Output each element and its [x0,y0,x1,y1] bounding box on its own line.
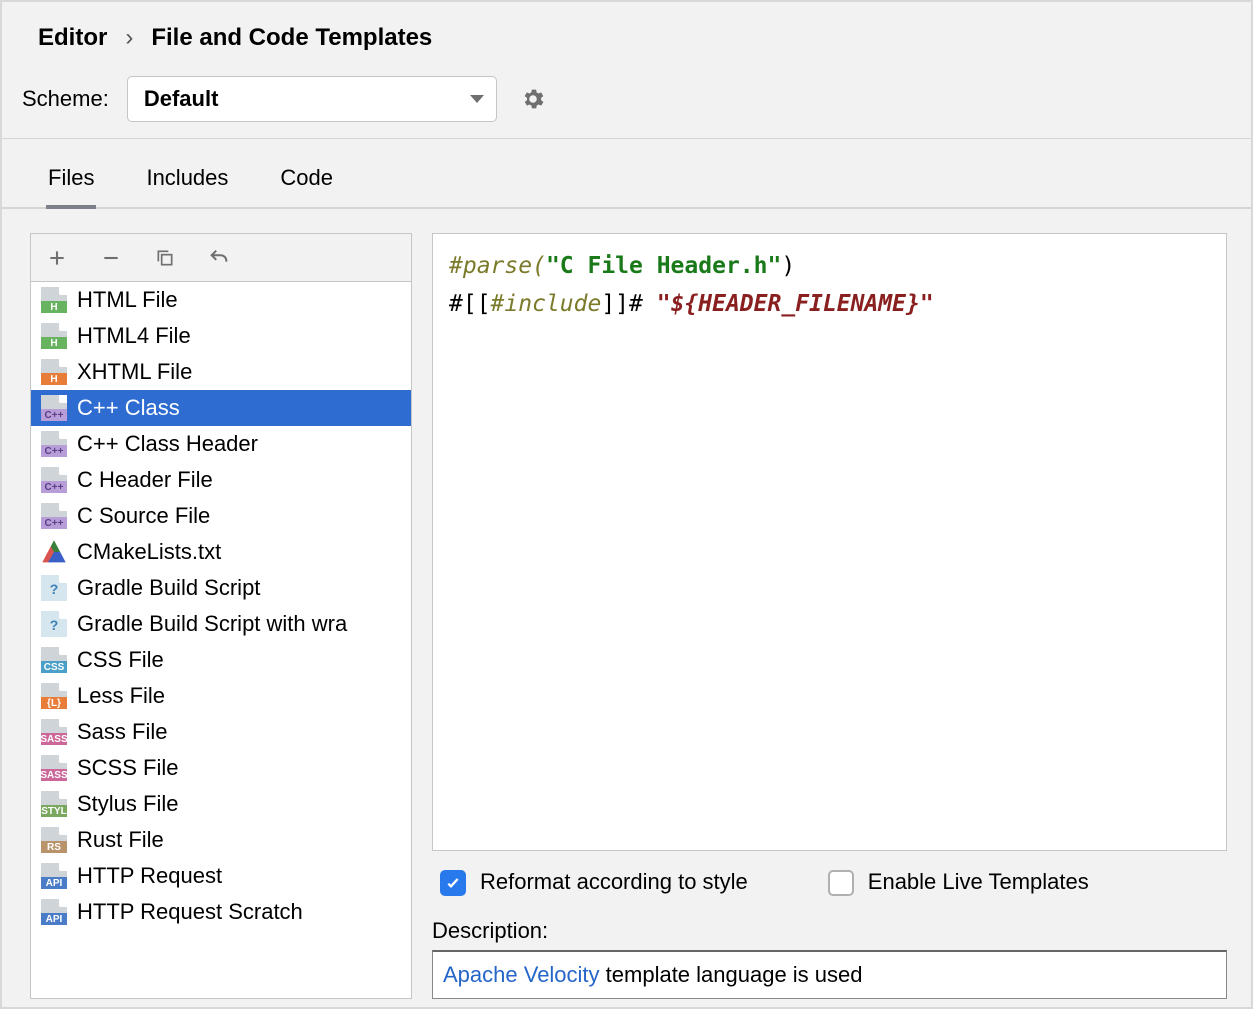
tree-item-label: Gradle Build Script [77,575,260,601]
checkbox-checked-icon [440,870,466,896]
description-label: Description: [432,904,1227,950]
tree-item-label: CMakeLists.txt [77,539,221,565]
tree-item[interactable]: H HTML4 File [31,318,411,354]
tree-item-label: Stylus File [77,791,178,817]
file-h-green-icon: H [41,323,67,349]
copy-button[interactable] [153,246,177,270]
scheme-value: Default [144,86,219,112]
scheme-select[interactable]: Default [127,76,497,122]
chevron-down-icon [470,95,484,103]
tree-item-label: C++ Class Header [77,431,258,457]
description-text: template language is used [600,962,863,987]
cmake-icon [41,539,67,565]
file-rs-icon: RS [41,827,67,853]
tree-item[interactable]: STYL Stylus File [31,786,411,822]
file-sass-icon: SASS [41,755,67,781]
tree-item[interactable]: C++ C Source File [31,498,411,534]
file-sass-icon: SASS [41,719,67,745]
file-styl-icon: STYL [41,791,67,817]
checkbox-unchecked-icon [828,870,854,896]
tree-item-label: HTTP Request Scratch [77,899,303,925]
add-button[interactable] [45,246,69,270]
file-unknown-icon: ? [41,575,67,601]
tree-item[interactable]: C++ C Header File [31,462,411,498]
tree-item-label: CSS File [77,647,164,673]
tree-item[interactable]: H HTML File [31,282,411,318]
tree-item-label: HTML4 File [77,323,191,349]
gear-icon[interactable] [515,81,551,117]
tree-item[interactable]: C++ C++ Class Header [31,426,411,462]
breadcrumb: Editor › File and Code Templates [2,2,1251,62]
template-tree[interactable]: HHTML FileHHTML4 FileHXHTML FileC++C++ C… [31,282,411,998]
tree-item-label: XHTML File [77,359,192,385]
tree-item[interactable]: API HTTP Request [31,858,411,894]
scheme-label: Scheme: [22,86,109,112]
file-cpp-icon: C++ [41,503,67,529]
template-code-editor[interactable]: #parse("C File Header.h") #[[#include]]#… [432,233,1227,851]
file-api-icon: API [41,899,67,925]
tree-item[interactable]: SASS SCSS File [31,750,411,786]
tree-item-label: HTTP Request [77,863,222,889]
tree-item[interactable]: RS Rust File [31,822,411,858]
tree-item-label: Less File [77,683,165,709]
breadcrumb-current: File and Code Templates [151,24,432,52]
tab-code[interactable]: Code [278,159,335,207]
file-less-icon: {L} [41,683,67,709]
tree-item-label: Rust File [77,827,164,853]
description-box: Apache Velocity template language is use… [432,950,1227,999]
tree-item[interactable]: API HTTP Request Scratch [31,894,411,930]
tree-item[interactable]: C++ C++ Class [31,390,411,426]
file-unknown-icon: ? [41,611,67,637]
file-cpp-icon: C++ [41,395,67,421]
breadcrumb-parent[interactable]: Editor [38,24,107,52]
file-css-icon: CSS [41,647,67,673]
tree-item-label: HTML File [77,287,178,313]
tree-item[interactable]: {L} Less File [31,678,411,714]
editor-panel: #parse("C File Header.h") #[[#include]]#… [432,233,1227,999]
tree-item[interactable]: H XHTML File [31,354,411,390]
reformat-checkbox[interactable]: Reformat according to style [440,869,748,896]
apache-velocity-link[interactable]: Apache Velocity [443,962,600,987]
scheme-row: Scheme: Default [2,62,1251,138]
tree-item[interactable]: SASS Sass File [31,714,411,750]
enable-live-templates-checkbox[interactable]: Enable Live Templates [828,869,1089,896]
tree-item-label: C Source File [77,503,210,529]
tree-item-label: Gradle Build Script with wra [77,611,347,637]
file-h-green-icon: H [41,287,67,313]
template-list-panel: HHTML FileHHTML4 FileHXHTML FileC++C++ C… [30,233,412,999]
undo-button[interactable] [207,246,231,270]
tab-files[interactable]: Files [46,159,96,209]
tree-item[interactable]: CSS CSS File [31,642,411,678]
tree-item[interactable]: ? Gradle Build Script with wra [31,606,411,642]
tree-item[interactable]: CMakeLists.txt [31,534,411,570]
file-api-icon: API [41,863,67,889]
tree-item-label: C++ Class [77,395,180,421]
tab-includes[interactable]: Includes [144,159,230,207]
breadcrumb-separator: › [125,24,133,52]
tree-item-label: SCSS File [77,755,178,781]
tree-item-label: C Header File [77,467,213,493]
tabs: Files Includes Code [2,139,1251,209]
remove-button[interactable] [99,246,123,270]
file-cpp-icon: C++ [41,431,67,457]
tree-item-label: Sass File [77,719,167,745]
file-cpp-icon: C++ [41,467,67,493]
template-toolbar [31,234,411,282]
tree-item[interactable]: ? Gradle Build Script [31,570,411,606]
file-h-orange-icon: H [41,359,67,385]
